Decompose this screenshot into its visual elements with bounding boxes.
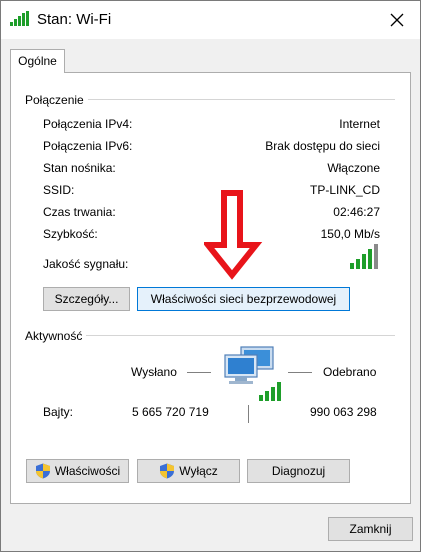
ssid-value: TP-LINK_CD: [309, 183, 380, 197]
close-button[interactable]: Zamknij: [328, 517, 413, 541]
wifi-signal-icon: [10, 11, 29, 26]
diagnose-button[interactable]: Diagnozuj: [247, 459, 350, 483]
bytes-separator: [248, 405, 249, 423]
details-button[interactable]: Szczegóły...: [43, 287, 130, 311]
close-icon: [390, 13, 404, 27]
disable-button-label: Wyłącz: [179, 464, 218, 478]
wireless-properties-button[interactable]: Właściwości sieci bezprzewodowej: [137, 287, 350, 311]
bytes-received-value: 990 063 298: [310, 405, 377, 419]
speed-label: Szybkość:: [43, 227, 98, 241]
network-signal-bar: [265, 391, 269, 401]
media-state-label: Stan nośnika:: [43, 161, 116, 175]
ssid-label: SSID:: [43, 183, 75, 197]
wifi-status-window: Stan: Wi-Fi Ogólne Połączenie Połączenia…: [0, 0, 421, 552]
sent-label: Wysłano: [131, 365, 177, 379]
bytes-sent-value: 5 665 720 719: [132, 405, 209, 419]
title-bar: Stan: Wi-Fi: [1, 1, 420, 39]
connection-heading: Połączenie: [25, 93, 88, 107]
signal-bar: [368, 249, 372, 269]
ipv6-value: Brak dostępu do sieci: [265, 139, 380, 153]
duration-label: Czas trwania:: [43, 205, 116, 219]
sent-line: [187, 372, 211, 373]
tab-general[interactable]: Ogólne: [10, 49, 65, 73]
disable-button[interactable]: Wyłącz: [137, 459, 240, 483]
signal-bar: [362, 254, 366, 269]
network-signal-bar: [271, 387, 275, 401]
red-down-arrow-icon: [204, 190, 263, 280]
signal-bar: [350, 263, 354, 269]
duration-value: 02:46:27: [333, 205, 380, 219]
network-computers-icon: [224, 346, 281, 401]
bytes-label: Bajty:: [43, 405, 74, 419]
speed-value: 150,0 Mb/s: [320, 227, 380, 241]
received-label: Odebrano: [323, 365, 377, 379]
network-signal-bar: [259, 395, 263, 401]
uac-shield-icon: [160, 463, 175, 479]
received-line: [288, 372, 312, 373]
properties-button[interactable]: Właściwości: [26, 459, 129, 483]
signal-strength-icon: [350, 244, 378, 269]
media-state-value: Włączone: [327, 161, 380, 175]
window-title: Stan: Wi-Fi: [37, 11, 112, 28]
ipv6-label: Połączenia IPv6:: [43, 139, 133, 153]
ipv4-value: Internet: [339, 117, 380, 131]
network-signal-bar: [277, 382, 281, 401]
properties-button-label: Właściwości: [54, 464, 121, 478]
uac-shield-icon: [35, 463, 50, 479]
ipv4-label: Połączenia IPv4:: [43, 117, 133, 131]
title-close-button[interactable]: [374, 1, 420, 39]
signal-bar: [356, 259, 360, 269]
activity-heading: Aktywność: [25, 329, 87, 343]
signal-quality-label: Jakość sygnału:: [43, 257, 129, 271]
signal-bar: [374, 244, 378, 269]
